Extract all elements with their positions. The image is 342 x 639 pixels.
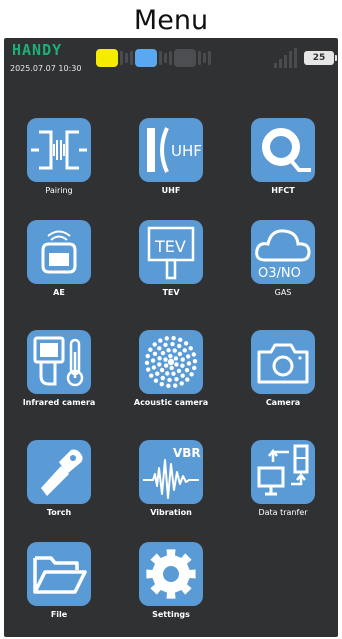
menu-item-acoustic-camera[interactable]: Acoustic camera	[121, 330, 221, 420]
brand-logo: HANDY	[12, 41, 63, 59]
menu-item-data-transfer[interactable]: Data tranfer	[233, 440, 333, 530]
menu-item-vibration[interactable]: VBR Vibration	[121, 440, 221, 530]
gas-cloud-icon: O3/NO	[251, 220, 315, 284]
device-screen: HANDY 2025.07.07 10:30 25 Pairing UHF UH…	[4, 38, 338, 637]
date-time: 2025.07.07 10:30	[10, 64, 82, 73]
menu-label: GAS	[274, 288, 292, 297]
menu-item-uhf[interactable]: UHF UHF	[121, 118, 221, 208]
status-bar: HANDY 2025.07.07 10:30 25	[4, 38, 338, 82]
menu-item-torch[interactable]: Torch	[9, 440, 109, 530]
acoustic-camera-icon	[139, 330, 203, 394]
menu-label: UHF	[161, 186, 181, 195]
menu-label: HFCT	[271, 186, 295, 195]
menu-item-hfct[interactable]: HFCT	[233, 118, 333, 208]
svg-text:TEV: TEV	[154, 237, 186, 256]
menu-label: Data tranfer	[258, 508, 308, 517]
camera-icon	[251, 330, 315, 394]
menu-label: Settings	[152, 610, 190, 619]
tev-icon: TEV	[139, 220, 203, 284]
menu-label: File	[50, 610, 68, 619]
menu-item-pairing[interactable]: Pairing	[9, 118, 109, 208]
menu-label: Torch	[46, 508, 72, 517]
pairing-icon	[27, 118, 91, 182]
menu-item-gas[interactable]: O3/NO GAS	[233, 220, 333, 310]
uhf-icon: UHF	[139, 118, 203, 182]
menu-label: Vibration	[150, 508, 192, 517]
menu-item-tev[interactable]: TEV TEV	[121, 220, 221, 310]
channel-indicators	[96, 49, 213, 67]
svg-text:VBR: VBR	[173, 446, 201, 460]
page-title: Menu	[133, 5, 209, 36]
infrared-camera-icon	[27, 330, 91, 394]
svg-text:O3/NO: O3/NO	[258, 266, 301, 281]
data-transfer-icon	[251, 440, 315, 504]
menu-item-camera[interactable]: Camera	[233, 330, 333, 420]
menu-label: Camera	[265, 398, 301, 407]
signal-strength-icon	[274, 48, 298, 68]
battery-indicator: 25	[304, 51, 337, 65]
menu-item-ae[interactable]: AE	[9, 220, 109, 310]
vibration-icon: VBR	[139, 440, 203, 504]
menu-item-file[interactable]: File	[9, 542, 109, 632]
channel-1-indicator	[96, 49, 133, 67]
channel-2-indicator	[135, 49, 172, 67]
ae-sensor-icon	[27, 220, 91, 284]
channel-3-indicator	[174, 49, 211, 67]
gear-icon	[139, 542, 203, 606]
menu-label: Infrared camera	[22, 398, 96, 407]
menu-label: TEV	[162, 288, 180, 297]
hfct-icon	[251, 118, 315, 182]
svg-text:UHF: UHF	[171, 142, 202, 160]
menu-item-infrared-camera[interactable]: Infrared camera	[9, 330, 109, 420]
folder-icon	[27, 542, 91, 606]
menu-label: Pairing	[45, 186, 73, 195]
torch-icon	[27, 440, 91, 504]
menu-label: AE	[53, 288, 65, 297]
menu-label: Acoustic camera	[133, 398, 209, 407]
menu-item-settings[interactable]: Settings	[121, 542, 221, 632]
